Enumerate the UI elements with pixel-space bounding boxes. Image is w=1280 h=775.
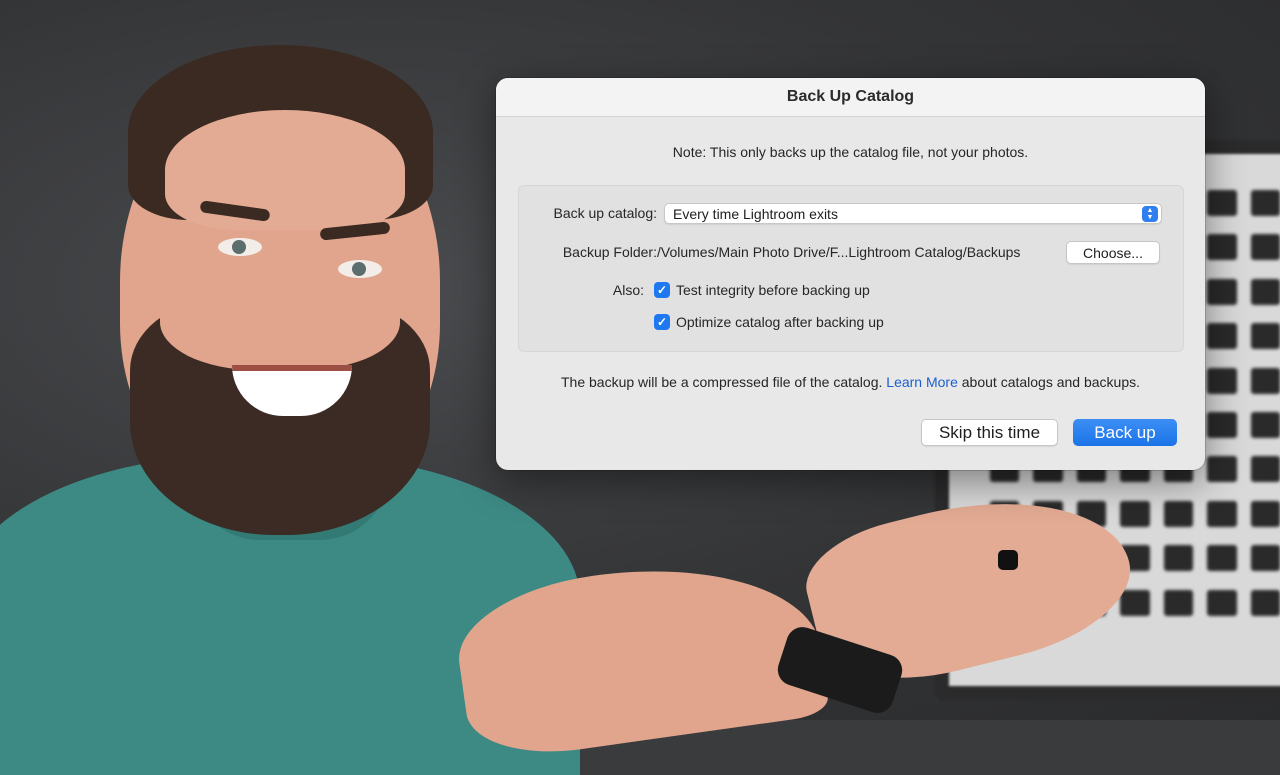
optimize-catalog-label: Optimize catalog after backing up — [676, 314, 884, 330]
test-integrity-option[interactable]: ✓ Test integrity before backing up — [654, 282, 870, 298]
test-integrity-label: Test integrity before backing up — [676, 282, 870, 298]
backup-catalog-label: Back up catalog: — [553, 205, 657, 221]
dialog-title: Back Up Catalog — [496, 78, 1205, 117]
right-eye — [338, 260, 382, 278]
checkbox-checked-icon[interactable]: ✓ — [654, 314, 670, 330]
chevron-updown-icon: ▲ ▼ — [1142, 206, 1158, 222]
checkbox-checked-icon[interactable]: ✓ — [654, 282, 670, 298]
smart-ring — [998, 550, 1018, 570]
dialog-note: Note: This only backs up the catalog fil… — [672, 144, 1029, 160]
backup-folder-path: /Volumes/Main Photo Drive/F...Lightroom … — [657, 244, 1021, 260]
also-label: Also: — [612, 282, 644, 298]
choose-folder-button[interactable]: Choose... — [1066, 241, 1160, 264]
backup-info-text: The backup will be a compressed file of … — [496, 374, 1205, 390]
backup-catalog-dialog: Back Up Catalog Note: This only backs up… — [496, 78, 1205, 470]
backup-frequency-select[interactable]: Every time Lightroom exits ▲ ▼ — [664, 203, 1162, 224]
backup-frequency-value: Every time Lightroom exits — [673, 205, 838, 222]
left-eye — [218, 238, 262, 256]
learn-more-link[interactable]: Learn More — [886, 374, 958, 390]
optimize-catalog-option[interactable]: ✓ Optimize catalog after backing up — [654, 314, 884, 330]
skip-this-time-button[interactable]: Skip this time — [921, 419, 1058, 446]
back-up-button[interactable]: Back up — [1073, 419, 1177, 446]
backup-folder-label: Backup Folder: — [562, 244, 657, 260]
footer-suffix: about catalogs and backups. — [961, 374, 1141, 390]
footer-prefix: The backup will be a compressed file of … — [560, 374, 883, 390]
backup-settings-group: Back up catalog: Every time Lightroom ex… — [518, 185, 1184, 352]
forehead — [165, 110, 405, 230]
